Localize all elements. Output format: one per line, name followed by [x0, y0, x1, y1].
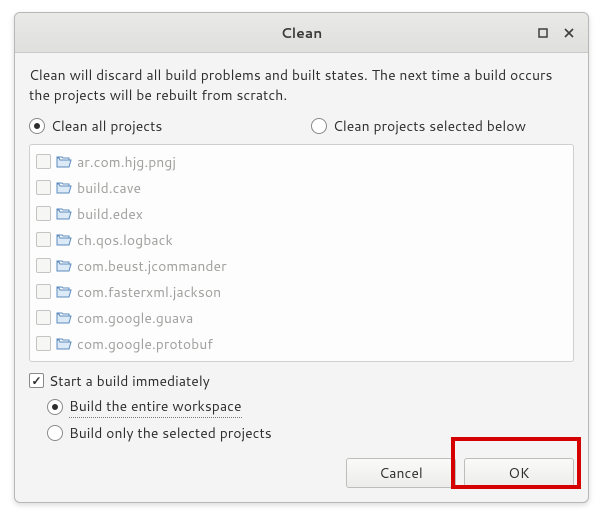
- checkbox-icon: [36, 180, 51, 195]
- radio-label: Clean projects selected below: [333, 116, 526, 136]
- maximize-button[interactable]: [530, 20, 556, 46]
- titlebar: Clean: [15, 13, 588, 53]
- project-item: ar.com.hjg.pngj: [30, 149, 573, 175]
- open-folder-icon: [56, 259, 72, 273]
- project-label: com.beust.jcommander: [77, 256, 227, 276]
- project-item: com.google.protobuf: [30, 331, 573, 357]
- radio-build-entire[interactable]: Build the entire workspace: [29, 396, 574, 418]
- project-label: com.google.protobuf: [77, 334, 213, 354]
- open-folder-icon: [56, 337, 72, 351]
- ok-button[interactable]: OK: [464, 458, 574, 488]
- close-button[interactable]: [556, 20, 582, 46]
- radio-clean-selected[interactable]: Clean projects selected below: [311, 116, 574, 136]
- checkbox-icon: [36, 154, 51, 169]
- checkbox-icon: [36, 258, 51, 273]
- radio-label: Build the entire workspace: [69, 396, 242, 418]
- checkbox-icon: [36, 310, 51, 325]
- open-folder-icon: [56, 155, 72, 169]
- radio-clean-all[interactable]: Clean all projects: [29, 116, 301, 136]
- scope-radio-row: Clean all projects Clean projects select…: [29, 116, 574, 136]
- button-label: OK: [508, 463, 529, 483]
- open-folder-icon: [56, 311, 72, 325]
- project-label: build.cave: [77, 178, 141, 198]
- cancel-button[interactable]: Cancel: [346, 458, 456, 488]
- project-label: com.fasterxml.jackson: [77, 282, 221, 302]
- button-label: Cancel: [379, 463, 423, 483]
- window-buttons: [530, 13, 582, 53]
- button-row: Cancel OK: [29, 458, 574, 488]
- open-folder-icon: [56, 233, 72, 247]
- maximize-icon: [538, 28, 548, 38]
- radio-icon: [47, 399, 63, 415]
- project-item: com.fasterxml.jackson: [30, 279, 573, 305]
- project-item: build.cave: [30, 175, 573, 201]
- clean-dialog-window: Clean Clean will discard all build probl…: [14, 12, 589, 503]
- radio-icon: [47, 425, 63, 441]
- dialog-content: Clean will discard all build problems an…: [15, 53, 588, 502]
- project-label: build.edex: [77, 204, 143, 224]
- checkbox-start-build[interactable]: Start a build immediately: [29, 370, 574, 392]
- radio-icon: [311, 118, 327, 134]
- radio-label: Clean all projects: [51, 116, 162, 136]
- radio-label: Build only the selected projects: [69, 423, 272, 443]
- open-folder-icon: [56, 207, 72, 221]
- build-options: Start a build immediately Build the enti…: [29, 370, 574, 444]
- checkbox-label: Start a build immediately: [49, 371, 210, 391]
- project-label: ar.com.hjg.pngj: [77, 152, 176, 172]
- checkbox-icon: [29, 373, 44, 388]
- open-folder-icon: [56, 285, 72, 299]
- project-label: ch.qos.logback: [77, 230, 173, 250]
- description-text: Clean will discard all build problems an…: [29, 65, 574, 106]
- window-title: Clean: [15, 23, 588, 43]
- open-folder-icon: [56, 181, 72, 195]
- radio-build-selected[interactable]: Build only the selected projects: [29, 422, 574, 444]
- project-item: com.google.guava: [30, 305, 573, 331]
- checkbox-icon: [36, 206, 51, 221]
- project-item: com.beust.jcommander: [30, 253, 573, 279]
- radio-icon: [29, 118, 45, 134]
- project-item: ch.qos.logback: [30, 227, 573, 253]
- checkbox-icon: [36, 232, 51, 247]
- project-item: build.edex: [30, 201, 573, 227]
- project-label: com.google.guava: [77, 308, 193, 328]
- checkbox-icon: [36, 336, 51, 351]
- projects-list: ar.com.hjg.pngj build.cave build.edex ch…: [29, 144, 574, 362]
- close-icon: [564, 28, 574, 38]
- checkbox-icon: [36, 284, 51, 299]
